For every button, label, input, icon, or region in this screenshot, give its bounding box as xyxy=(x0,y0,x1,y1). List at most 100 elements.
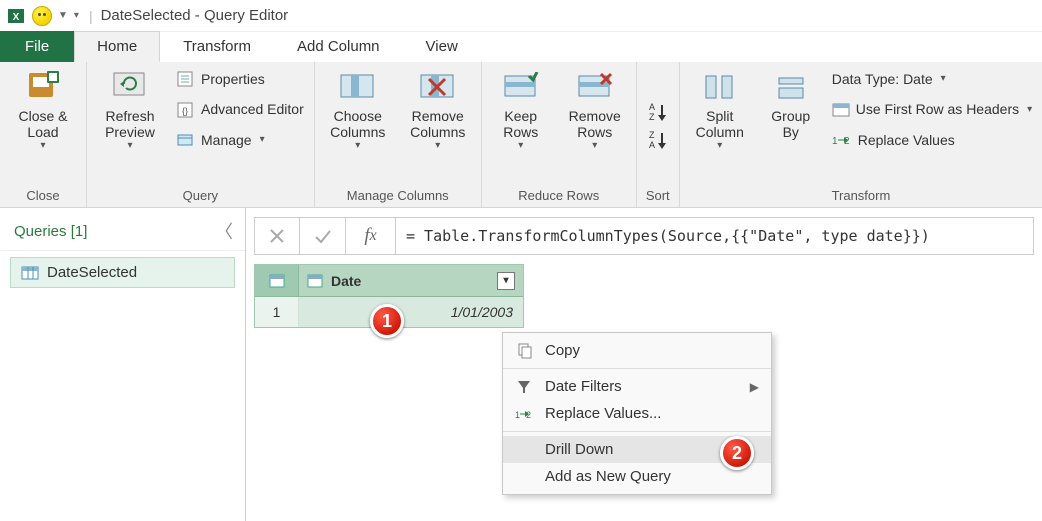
advanced-editor-button[interactable]: {} Advanced Editor xyxy=(175,96,306,122)
svg-text:Z: Z xyxy=(649,130,655,140)
check-icon xyxy=(313,227,333,245)
group-by-button[interactable]: Group By xyxy=(762,66,820,142)
keep-rows-button[interactable]: Keep Rows ▾ xyxy=(490,66,552,154)
queries-header-label: Queries [1] xyxy=(14,223,87,240)
remove-rows-label: Remove Rows xyxy=(564,108,626,140)
tab-transform[interactable]: Transform xyxy=(160,31,274,62)
refresh-preview-label: Refresh Preview xyxy=(97,108,163,140)
chevron-down-icon: ▾ xyxy=(592,140,597,152)
chevron-down-icon: ▾ xyxy=(40,140,45,152)
data-type-button[interactable]: Data Type: Date ▾ xyxy=(830,66,1034,92)
group-label-sort: Sort xyxy=(645,186,671,205)
formula-bar: fx xyxy=(254,216,1034,256)
group-label-transform: Transform xyxy=(688,186,1034,205)
svg-text:1: 1 xyxy=(515,410,520,420)
cell-date[interactable]: 1/01/2003 xyxy=(299,297,523,327)
close-and-load-icon xyxy=(24,68,62,106)
manage-button[interactable]: Manage ▾ xyxy=(175,127,306,153)
advanced-editor-icon: {} xyxy=(177,102,195,118)
svg-text:Z: Z xyxy=(649,112,655,122)
ribbon-group-transform: Split Column ▾ Group By Data Type: Date … xyxy=(680,62,1042,207)
remove-columns-button[interactable]: Remove Columns ▾ xyxy=(403,66,473,154)
svg-text:A: A xyxy=(649,140,655,150)
formula-input[interactable] xyxy=(396,217,1034,255)
query-item-dateselected[interactable]: DateSelected xyxy=(10,257,235,288)
ribbon-group-close: Close & Load ▾ Close xyxy=(0,62,87,207)
choose-columns-icon xyxy=(339,68,377,106)
qat-overflow-icon[interactable]: ▾ xyxy=(74,10,79,21)
queries-header: Queries [1] 〈 xyxy=(0,208,245,251)
advanced-editor-label: Advanced Editor xyxy=(201,98,304,120)
group-label-query: Query xyxy=(95,186,306,205)
chevron-down-icon: ▾ xyxy=(1027,102,1032,118)
table-icon xyxy=(269,274,285,288)
group-label-close: Close xyxy=(8,186,78,205)
x-icon xyxy=(268,227,286,245)
properties-label: Properties xyxy=(201,68,265,90)
manage-icon xyxy=(177,132,195,148)
context-menu: Copy Date Filters ▶ 12 Replace Values...… xyxy=(502,332,772,495)
collapse-pane-icon[interactable]: 〈 xyxy=(215,218,233,244)
properties-icon xyxy=(177,71,195,87)
properties-button[interactable]: Properties xyxy=(175,66,306,92)
refresh-icon xyxy=(111,68,149,106)
group-by-label: Group By xyxy=(764,108,818,140)
svg-text:1: 1 xyxy=(832,136,838,147)
context-menu-date-filters[interactable]: Date Filters ▶ xyxy=(503,373,771,400)
use-first-row-headers-button[interactable]: Use First Row as Headers ▾ xyxy=(830,96,1034,122)
choose-columns-button[interactable]: Choose Columns ▾ xyxy=(323,66,393,154)
keep-rows-icon xyxy=(502,68,540,106)
sort-desc-button[interactable]: ZA xyxy=(645,129,671,151)
close-and-load-label: Close & Load xyxy=(10,108,76,140)
table-corner-button[interactable] xyxy=(255,265,299,297)
context-menu-copy[interactable]: Copy xyxy=(503,337,771,364)
column-header-date[interactable]: Date ▾ xyxy=(299,265,523,297)
formula-confirm-button[interactable] xyxy=(300,217,346,255)
svg-text:X: X xyxy=(13,12,20,23)
smiley-icon[interactable] xyxy=(32,6,52,26)
ribbon-group-query: Refresh Preview ▾ Properties {} Advanced… xyxy=(87,62,315,207)
column-header-label: Date xyxy=(331,273,361,289)
remove-rows-icon xyxy=(576,68,614,106)
svg-text:A: A xyxy=(649,102,655,112)
sort-desc-icon: ZA xyxy=(645,129,671,151)
context-menu-replace-values[interactable]: 12 Replace Values... xyxy=(503,400,771,427)
sort-asc-icon: AZ xyxy=(645,101,671,123)
chevron-down-icon: ▾ xyxy=(355,140,360,152)
row-number: 1 xyxy=(255,297,299,327)
chevron-down-icon: ▾ xyxy=(127,140,132,152)
column-filter-button[interactable]: ▾ xyxy=(497,272,515,290)
title-bar: X ▼ ▾ | DateSelected - Query Editor xyxy=(0,0,1042,32)
tab-file[interactable]: File xyxy=(0,31,74,62)
split-column-label: Split Column xyxy=(690,108,750,140)
ribbon-group-manage-columns: Choose Columns ▾ Remove Columns ▾ Manage… xyxy=(315,62,482,207)
column-type-icon xyxy=(307,274,323,288)
manage-label: Manage xyxy=(201,129,252,151)
replace-values-button[interactable]: 12 Replace Values xyxy=(830,127,1034,153)
formula-cancel-button[interactable] xyxy=(254,217,300,255)
split-column-icon xyxy=(701,68,739,106)
keep-rows-label: Keep Rows xyxy=(492,108,550,140)
tab-view[interactable]: View xyxy=(403,31,481,62)
replace-values-label: Replace Values xyxy=(858,129,955,151)
fx-icon[interactable]: fx xyxy=(346,217,396,255)
replace-values-icon: 12 xyxy=(832,133,852,147)
sort-asc-button[interactable]: AZ xyxy=(645,101,671,123)
remove-rows-button[interactable]: Remove Rows ▾ xyxy=(562,66,628,154)
chevron-down-icon: ▾ xyxy=(518,140,523,152)
chevron-down-icon: ▾ xyxy=(260,132,265,148)
chevron-right-icon: ▶ xyxy=(750,380,759,394)
use-first-row-headers-label: Use First Row as Headers xyxy=(856,98,1019,120)
context-menu-replace-values-label: Replace Values... xyxy=(545,405,661,422)
split-column-button[interactable]: Split Column ▾ xyxy=(688,66,752,154)
group-label-reduce-rows: Reduce Rows xyxy=(490,186,628,205)
close-and-load-button[interactable]: Close & Load ▾ xyxy=(8,66,78,154)
chevron-down-icon: ▾ xyxy=(435,140,440,152)
tab-home[interactable]: Home xyxy=(74,31,160,62)
context-menu-date-filters-label: Date Filters xyxy=(545,378,622,395)
title-separator: | xyxy=(89,8,93,24)
qat-dropdown-icon[interactable]: ▼ xyxy=(58,10,68,21)
tab-add-column[interactable]: Add Column xyxy=(274,31,403,62)
refresh-preview-button[interactable]: Refresh Preview ▾ xyxy=(95,66,165,154)
context-menu-drill-down-label: Drill Down xyxy=(545,441,613,458)
